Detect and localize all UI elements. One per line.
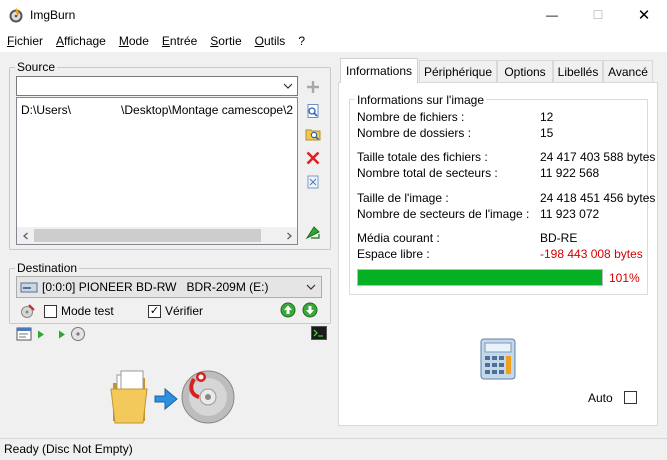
verify-option[interactable]: ✓ Vérifier [148, 304, 203, 318]
info-label: Taille de l'image : [357, 191, 449, 205]
free-space-value: -198 443 008 bytes [540, 247, 643, 261]
console-icon[interactable] [311, 326, 327, 340]
info-value: BD-RE [540, 231, 578, 245]
arrow-up-icon[interactable] [280, 302, 296, 318]
info-label: Espace libre : [357, 247, 430, 261]
menu-bar: Fichier Affichage Mode Entrée Sortie Out… [0, 30, 667, 52]
menu-outils[interactable]: Outils [255, 34, 286, 48]
queue-icon[interactable] [70, 326, 86, 342]
arrow-down-icon[interactable] [302, 302, 318, 318]
capacity-progress-text: 101% [609, 271, 640, 285]
tab-libelles[interactable]: Libellés [553, 60, 603, 82]
remove-icon[interactable] [305, 150, 321, 166]
info-value: 15 [540, 126, 554, 140]
status-text: Ready (Disc Not Empty) [4, 442, 133, 456]
info-value: 24 417 403 588 bytes [540, 150, 656, 164]
erase-icon[interactable] [20, 303, 36, 319]
play-small-icon[interactable] [58, 330, 66, 339]
browse-folder-icon[interactable] [305, 126, 321, 142]
browse-file-icon[interactable] [305, 103, 321, 119]
menu-mode[interactable]: Mode [119, 34, 149, 48]
info-value: 24 418 451 456 bytes [540, 191, 656, 205]
image-info-title: Informations sur l'image [355, 93, 487, 107]
verify-label: Vérifier [165, 304, 204, 318]
menu-sortie[interactable]: Sortie [210, 34, 241, 48]
tab-avance[interactable]: Avancé [603, 60, 653, 82]
add-file-icon[interactable] [305, 79, 321, 95]
menu-help[interactable]: ? [298, 34, 305, 48]
source-title: Source [15, 60, 58, 74]
info-label: Nombre de secteurs de l'image : [357, 207, 530, 221]
auto-label: Auto [588, 391, 613, 405]
play-small-icon[interactable] [37, 330, 45, 339]
capacity-progress-bar [357, 269, 603, 286]
info-label: Nombre de fichiers : [357, 110, 465, 124]
calculate-icon[interactable] [305, 224, 321, 240]
info-value: 11 923 072 [540, 207, 600, 221]
info-label: Nombre de dossiers : [357, 126, 472, 140]
info-value: 12 [540, 110, 554, 124]
drive-icon [20, 282, 38, 293]
info-label: Taille totale des fichiers : [357, 150, 488, 164]
close-icon: ✕ [637, 7, 651, 24]
test-mode-checkbox[interactable] [44, 304, 57, 318]
scroll-right-icon[interactable] [280, 227, 297, 244]
clear-list-icon[interactable] [305, 174, 321, 190]
log-window-icon[interactable] [16, 327, 32, 341]
test-mode-label: Mode test [61, 304, 114, 318]
minimize-button[interactable]: — [529, 0, 575, 30]
menu-fichier[interactable]: Fichier [7, 34, 43, 48]
capacity-progress-fill [358, 270, 602, 285]
chevron-down-icon[interactable] [280, 78, 296, 94]
horizontal-scrollbar[interactable] [17, 227, 297, 244]
destination-drive-select[interactable]: [0:0:0] PIONEER BD-RW BDR-209M (E:) [16, 276, 322, 298]
info-label: Média courant : [357, 231, 440, 245]
menu-affichage[interactable]: Affichage [56, 34, 106, 48]
imgburn-flame-icon [9, 8, 23, 23]
destination-title: Destination [15, 261, 80, 275]
source-combo[interactable] [16, 76, 298, 96]
destination-drive-label: [0:0:0] PIONEER BD-RW BDR-209M (E:) [42, 280, 269, 294]
auto-checkbox[interactable] [624, 391, 637, 404]
tab-options[interactable]: Options [497, 60, 553, 82]
source-path-item[interactable]: D:\Users\ \Desktop\Montage camescope\2 [21, 103, 293, 117]
close-button[interactable]: ✕ [621, 0, 667, 30]
verify-checkbox[interactable]: ✓ [148, 304, 161, 318]
build-button[interactable] [105, 365, 245, 427]
scrollbar-thumb[interactable] [34, 229, 261, 242]
tab-peripherique[interactable]: Périphérique [419, 60, 497, 82]
maximize-icon: ☐ [592, 8, 604, 22]
files-to-disc-icon [110, 370, 235, 424]
chevron-down-icon[interactable] [304, 280, 318, 294]
window-title: ImgBurn [30, 8, 76, 22]
minimize-icon: — [546, 8, 558, 22]
source-file-list[interactable]: D:\Users\ \Desktop\Montage camescope\2 [16, 97, 298, 245]
info-value: 11 922 568 [540, 166, 600, 180]
info-label: Nombre total de secteurs : [357, 166, 498, 180]
menu-entree[interactable]: Entrée [162, 34, 197, 48]
maximize-button[interactable]: ☐ [575, 0, 621, 30]
calculator-icon[interactable] [479, 337, 517, 381]
test-mode-option[interactable]: Mode test [44, 304, 114, 318]
tab-informations[interactable]: Informations [340, 58, 418, 83]
scroll-left-icon[interactable] [17, 227, 34, 244]
